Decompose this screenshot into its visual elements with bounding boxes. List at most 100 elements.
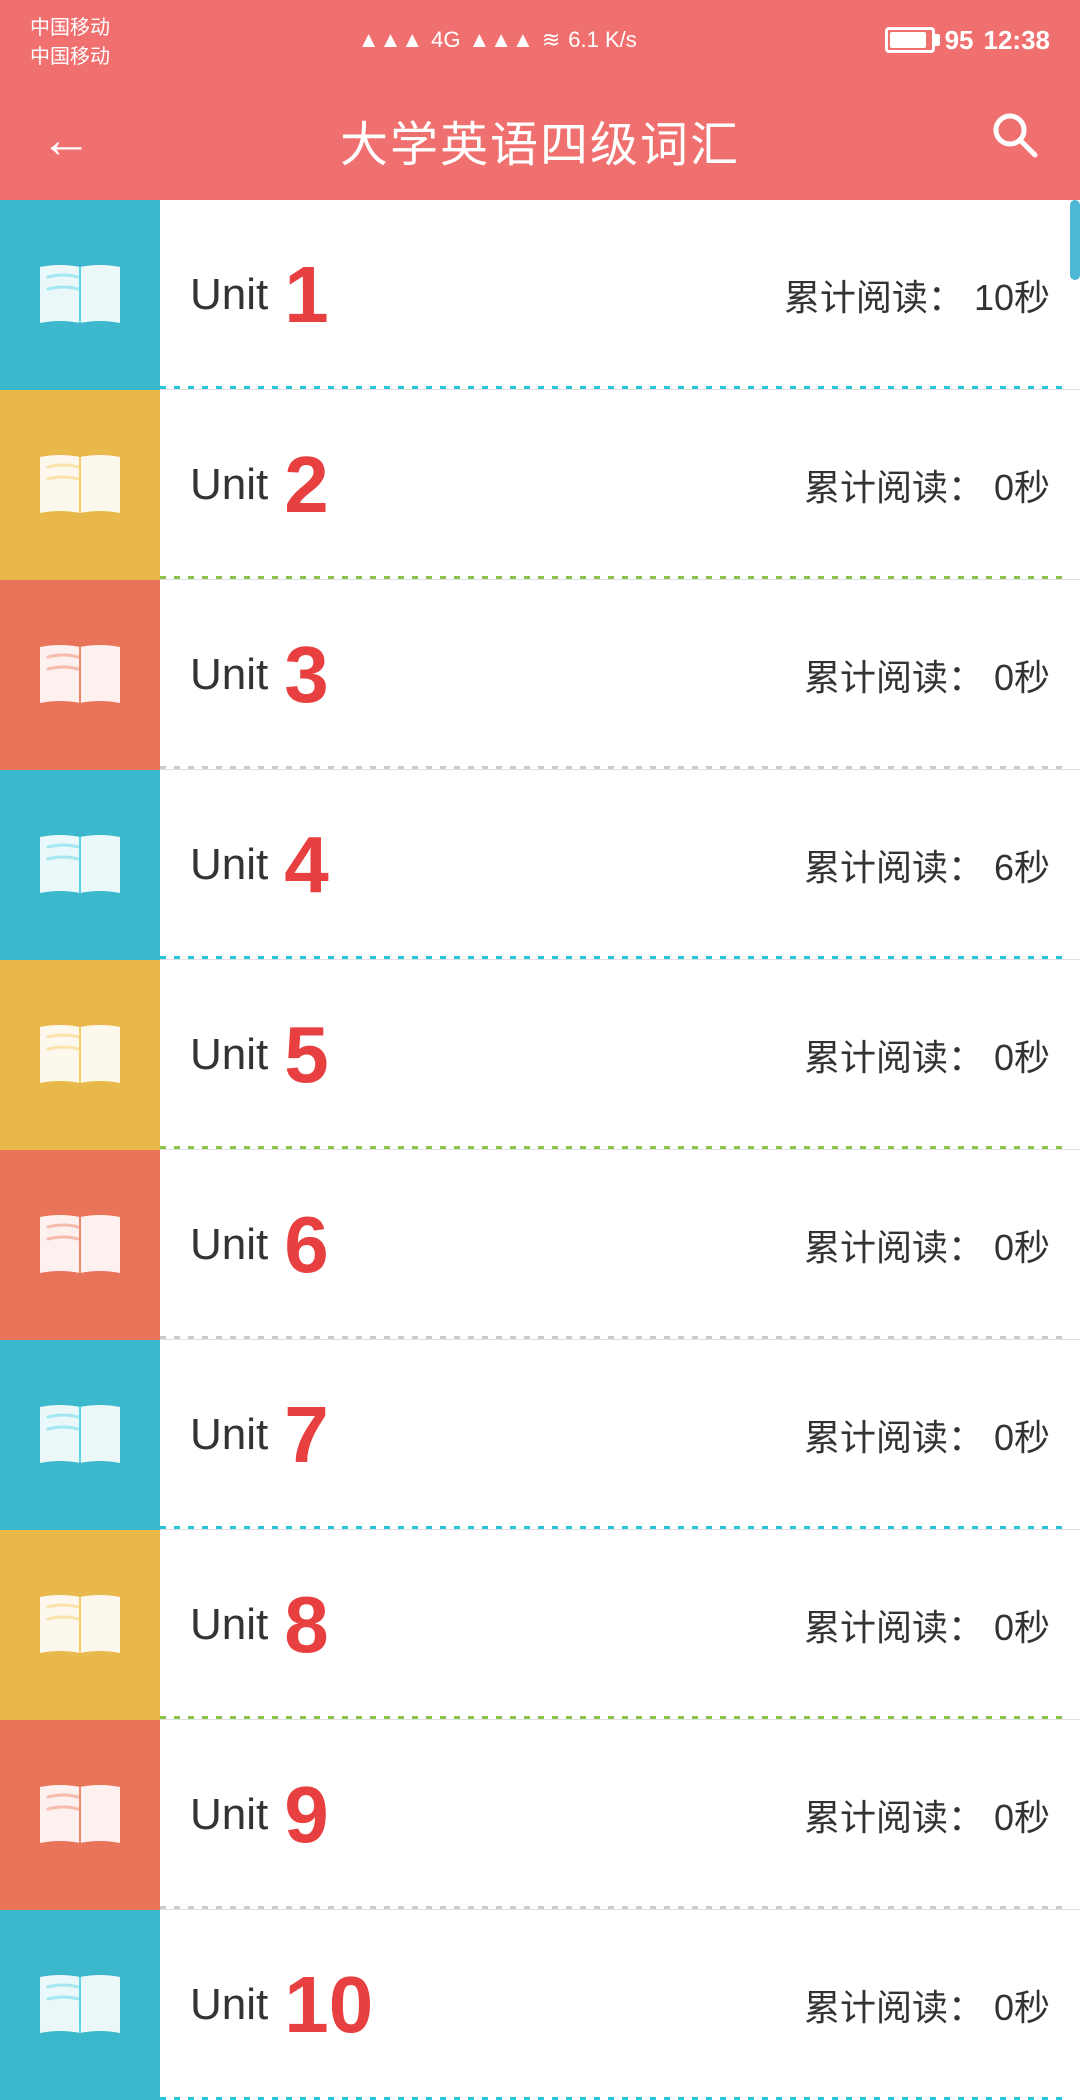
unit-number: 10 [284,1965,373,2045]
row-divider [160,1906,1068,1909]
unit-info: Unit 3 [160,635,804,715]
unit-info: Unit 4 [160,825,804,905]
reading-label: 累计阅读： [784,277,964,318]
unit-list: Unit 1 累计阅读： 10秒 Unit 2 累计阅读： [0,200,1080,2100]
app-header: ← 大学英语四级词汇 [0,80,1080,200]
network-info: ▲▲▲ 4G ▲▲▲ ≋ 6.1 K/s [358,27,637,53]
reading-value: 0秒 [994,1037,1050,1078]
wifi-icon: ≋ [542,27,560,53]
book-icon-area [0,1150,160,1340]
reading-time: 累计阅读： 6秒 [804,839,1050,891]
reading-label: 累计阅读： [804,467,984,508]
reading-time: 累计阅读： 0秒 [804,649,1050,701]
network-type: 4G [431,27,460,53]
reading-time: 累计阅读： 0秒 [804,1979,1050,2031]
reading-value: 0秒 [994,657,1050,698]
reading-label: 累计阅读： [804,1417,984,1458]
back-button[interactable]: ← [40,110,92,170]
unit-number: 2 [284,445,329,525]
unit-number: 6 [284,1205,329,1285]
book-icon-area [0,200,160,390]
unit-row[interactable]: Unit 9 累计阅读： 0秒 [0,1720,1080,1910]
row-divider [160,1716,1068,1719]
battery-percent: 95 [945,25,974,56]
reading-value: 0秒 [994,1797,1050,1838]
unit-label: Unit [190,1600,268,1650]
row-divider [160,1526,1068,1529]
unit-label: Unit [190,270,268,320]
book-icon-area [0,960,160,1150]
unit-row[interactable]: Unit 7 累计阅读： 0秒 [0,1340,1080,1530]
unit-number: 5 [284,1015,329,1095]
unit-info: Unit 1 [160,255,784,335]
unit-row[interactable]: Unit 2 累计阅读： 0秒 [0,390,1080,580]
unit-row[interactable]: Unit 3 累计阅读： 0秒 [0,580,1080,770]
reading-label: 累计阅读： [804,1797,984,1838]
row-divider [160,1336,1068,1339]
book-icon-area [0,1720,160,1910]
reading-label: 累计阅读： [804,1037,984,1078]
book-icon-area [0,1910,160,2100]
unit-info: Unit 10 [160,1965,804,2045]
battery-time: 95 12:38 [885,25,1050,56]
unit-row[interactable]: Unit 5 累计阅读： 0秒 [0,960,1080,1150]
search-button[interactable] [988,108,1040,172]
signal-icon: ▲▲▲ [358,27,423,53]
row-divider [160,386,1068,389]
unit-label: Unit [190,1410,268,1460]
scrollbar[interactable] [1068,200,1080,2100]
reading-time: 累计阅读： 0秒 [804,1599,1050,1651]
unit-info: Unit 5 [160,1015,804,1095]
scrollbar-thumb[interactable] [1070,200,1080,280]
unit-number: 7 [284,1395,329,1475]
battery-icon [885,27,935,53]
book-icon-area [0,1340,160,1530]
unit-number: 3 [284,635,329,715]
reading-time: 累计阅读： 0秒 [804,1029,1050,1081]
unit-row[interactable]: Unit 10 累计阅读： 0秒 [0,1910,1080,2100]
unit-label: Unit [190,1030,268,1080]
reading-label: 累计阅读： [804,1607,984,1648]
unit-row[interactable]: Unit 1 累计阅读： 10秒 [0,200,1080,390]
reading-value: 6秒 [994,847,1050,888]
reading-label: 累计阅读： [804,657,984,698]
reading-value: 10秒 [974,277,1050,318]
reading-label: 累计阅读： [804,1227,984,1268]
unit-info: Unit 8 [160,1585,804,1665]
row-divider [160,956,1068,959]
book-icon-area [0,1530,160,1720]
page-title: 大学英语四级词汇 [340,105,740,175]
book-icon-area [0,580,160,770]
status-bar: 中国移动 中国移动 ▲▲▲ 4G ▲▲▲ ≋ 6.1 K/s 95 12:38 [0,0,1080,80]
row-divider [160,766,1068,769]
unit-number: 1 [284,255,329,335]
carrier2: 中国移动 [30,40,110,69]
unit-row[interactable]: Unit 4 累计阅读： 6秒 [0,770,1080,960]
unit-row[interactable]: Unit 6 累计阅读： 0秒 [0,1150,1080,1340]
reading-time: 累计阅读： 0秒 [804,459,1050,511]
row-divider [160,576,1068,579]
unit-number: 9 [284,1775,329,1855]
row-divider [160,1146,1068,1149]
reading-value: 0秒 [994,1987,1050,2028]
unit-info: Unit 7 [160,1395,804,1475]
reading-time: 累计阅读： 0秒 [804,1409,1050,1461]
unit-label: Unit [190,460,268,510]
unit-label: Unit [190,650,268,700]
unit-row[interactable]: Unit 8 累计阅读： 0秒 [0,1530,1080,1720]
unit-label: Unit [190,840,268,890]
unit-number: 8 [284,1585,329,1665]
reading-label: 累计阅读： [804,1987,984,2028]
unit-number: 4 [284,825,329,905]
unit-info: Unit 2 [160,445,804,525]
book-icon-area [0,390,160,580]
unit-label: Unit [190,1790,268,1840]
carrier-info: 中国移动 中国移动 [30,11,110,69]
reading-value: 0秒 [994,467,1050,508]
reading-value: 0秒 [994,1417,1050,1458]
reading-time: 累计阅读： 10秒 [784,269,1050,321]
reading-label: 累计阅读： [804,847,984,888]
carrier1: 中国移动 [30,11,110,40]
unit-label: Unit [190,1220,268,1270]
unit-label: Unit [190,1980,268,2030]
